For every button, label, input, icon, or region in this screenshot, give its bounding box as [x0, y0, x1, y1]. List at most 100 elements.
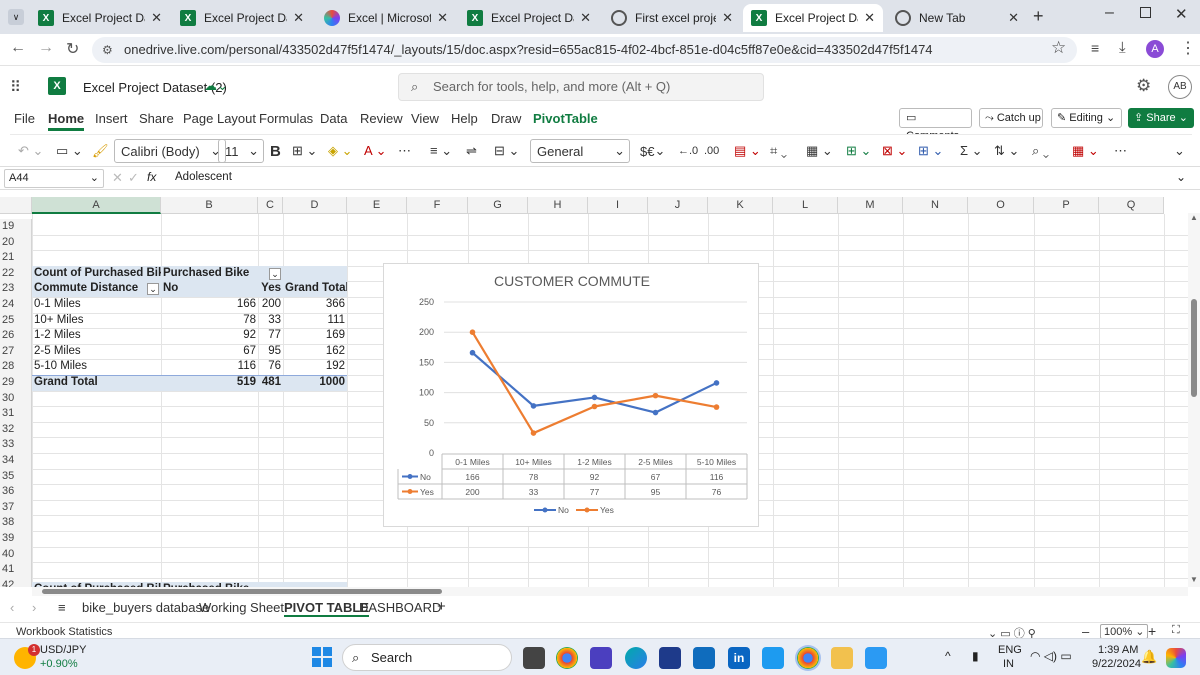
profile-avatar[interactable]: A [1146, 40, 1164, 58]
pivot-grand-total-label[interactable]: Grand Total [32, 375, 161, 391]
row-header-25[interactable]: 25 [0, 312, 32, 329]
confirm-entry-icon[interactable]: ✓ [128, 170, 139, 186]
edge-icon[interactable] [625, 647, 647, 669]
pivot-cell-no[interactable]: 116 [161, 359, 258, 375]
close-tab-icon[interactable]: ✕ [722, 10, 733, 26]
column-header-q[interactable]: Q [1099, 197, 1164, 214]
select-all-corner[interactable] [0, 197, 32, 214]
row-header-32[interactable]: 32 [0, 421, 32, 438]
settings-gear-icon[interactable]: ⚙ [1136, 76, 1151, 96]
linkedin-icon[interactable]: in [728, 647, 750, 669]
tab-share[interactable]: Share [139, 111, 174, 126]
number-format-dropdown[interactable]: General ⌄ [530, 139, 630, 163]
pivot-title-cell[interactable]: Count of Purchased Bike [32, 266, 161, 282]
row-header-22[interactable]: 22 [0, 265, 32, 282]
zoom-out-icon[interactable]: – [1082, 624, 1089, 639]
tab-page-layout[interactable]: Page Layout [183, 111, 256, 126]
font-name-dropdown[interactable]: Calibri (Body) ⌄ [114, 139, 226, 163]
app-launcher-icon[interactable]: ⠿ [10, 78, 21, 96]
task-view-icon[interactable] [523, 647, 545, 669]
notepad-icon[interactable] [865, 647, 887, 669]
pivot-column-field-cell[interactable]: Purchased Bike [161, 266, 258, 282]
zoom-in-icon[interactable]: + [1148, 623, 1156, 639]
column-header-k[interactable]: K [708, 197, 773, 214]
sheet-tab-pivot-table[interactable]: PIVOT TABLE [284, 600, 369, 617]
pivot-row-label[interactable]: 2-5 Miles [32, 344, 161, 360]
saved-status-icon[interactable]: ☁⌄ [204, 78, 228, 94]
url-field[interactable]: ⚙ onedrive.live.com/personal/433502d47f5… [92, 37, 1077, 63]
close-tab-icon[interactable]: ✕ [864, 10, 875, 26]
pivot-cell-yes[interactable]: 33 [258, 313, 283, 329]
comments-button[interactable]: ▭ Comments [899, 108, 972, 142]
pivot-cell-total[interactable]: 111 [283, 313, 347, 329]
pivot-cell-total[interactable]: 192 [283, 359, 347, 375]
pivot-cell-total[interactable]: 162 [283, 344, 347, 360]
pivot-cell-total[interactable]: 169 [283, 328, 347, 344]
reload-icon[interactable]: ↻ [66, 39, 79, 59]
chrome-active-icon[interactable] [797, 647, 819, 669]
sheet-tab-dashboard[interactable]: DASHBOARD [359, 600, 441, 615]
increase-decimal-icon[interactable]: .00 [704, 139, 719, 163]
row-header-29[interactable]: 29 [0, 375, 32, 391]
column-header-b[interactable]: B [161, 197, 258, 214]
pivot-cell-no[interactable]: 92 [161, 328, 258, 344]
tab-file[interactable]: File [14, 111, 35, 126]
close-tab-icon[interactable]: ✕ [293, 10, 304, 26]
tab-data[interactable]: Data [320, 111, 347, 126]
borders-icon[interactable]: ⊞ ⌄ [292, 139, 317, 163]
browser-tab[interactable]: First excel project.xlsx ✕ [603, 4, 741, 32]
bookmark-star-icon[interactable]: ☆ [1051, 38, 1066, 58]
browser-tab[interactable]: New Tab ✕ [887, 4, 1027, 32]
column-header-c[interactable]: C [258, 197, 283, 214]
search-box[interactable]: ⌕ Search for tools, help, and more (Alt … [398, 73, 764, 101]
bold-button[interactable]: B [270, 139, 281, 163]
font-size-dropdown[interactable]: 11 ⌄ [218, 139, 264, 163]
pivot-col-total-header[interactable]: Grand Total [283, 281, 347, 297]
site-info-icon[interactable]: ⚙ [102, 37, 113, 63]
share-button[interactable]: ⇪ Share ⌄ [1128, 108, 1194, 128]
format-painter-icon[interactable]: 🖌 [92, 139, 109, 163]
sort-filter-icon[interactable]: ⇅ ⌄ [994, 139, 1019, 163]
browser-tab[interactable]: Excel | Microsoft 365 ✕ [316, 4, 456, 32]
windows-start-icon[interactable] [312, 647, 332, 667]
pivot-cell-yes[interactable]: 77 [258, 328, 283, 344]
autosum-icon[interactable]: Σ ⌄ [960, 139, 983, 163]
row-header-31[interactable]: 31 [0, 406, 32, 422]
column-header-p[interactable]: P [1034, 197, 1099, 214]
scroll-up-icon[interactable]: ▲ [1190, 213, 1198, 222]
column-header-d[interactable]: D [283, 197, 347, 214]
vertical-scrollbar[interactable]: ▲ ▼ [1188, 213, 1200, 587]
column-header-f[interactable]: F [407, 197, 468, 214]
pivot-grand-total-yes[interactable]: 481 [258, 375, 283, 391]
fullscreen-icon[interactable]: ⛶ [1172, 624, 1180, 637]
expand-formula-icon[interactable]: ⌄ [1176, 170, 1186, 184]
pivot-cell-no[interactable]: 78 [161, 313, 258, 329]
row-header-19[interactable]: 19 [0, 219, 32, 235]
format-cells-icon[interactable]: ⊞ ⌄ [918, 139, 943, 163]
twitter-icon[interactable] [762, 647, 784, 669]
collapse-ribbon-icon[interactable]: ⌄ [1174, 139, 1185, 163]
tab-insert[interactable]: Insert [95, 111, 128, 126]
column-header-a[interactable]: A [32, 197, 161, 214]
fill-color-icon[interactable]: ◈ ⌄ [328, 139, 353, 163]
close-tab-icon[interactable]: ✕ [437, 10, 448, 26]
close-tab-icon[interactable]: ✕ [1008, 10, 1019, 26]
pivot-cell-total[interactable]: 366 [283, 297, 347, 313]
horizontal-scrollbar[interactable] [32, 587, 1188, 596]
tab-help[interactable]: Help [451, 111, 478, 126]
zoom-dropdown[interactable]: 100% ⌄ [1100, 624, 1149, 639]
taskbar-search[interactable]: ⌕ Search [342, 644, 512, 671]
name-box[interactable]: A44 ⌄ [4, 169, 104, 188]
merge-icon[interactable]: ⊟ ⌄ [494, 139, 519, 163]
browser-menu-icon[interactable]: ⋮ [1180, 38, 1196, 58]
column-header-g[interactable]: G [468, 197, 528, 214]
close-tab-icon[interactable]: ✕ [151, 10, 162, 26]
row-header-33[interactable]: 33 [0, 437, 32, 453]
add-sheet-button[interactable]: + [437, 598, 446, 615]
next-sheet-icon[interactable]: › [32, 600, 36, 615]
tray-chevron-icon[interactable]: ^ [945, 649, 951, 663]
pivot-row-field-cell[interactable]: Commute Distance [32, 281, 161, 297]
addins-icon[interactable]: ▦ ⌄ [1072, 139, 1099, 163]
row-header-40[interactable]: 40 [0, 546, 32, 563]
pivot-cell-yes[interactable]: 95 [258, 344, 283, 360]
